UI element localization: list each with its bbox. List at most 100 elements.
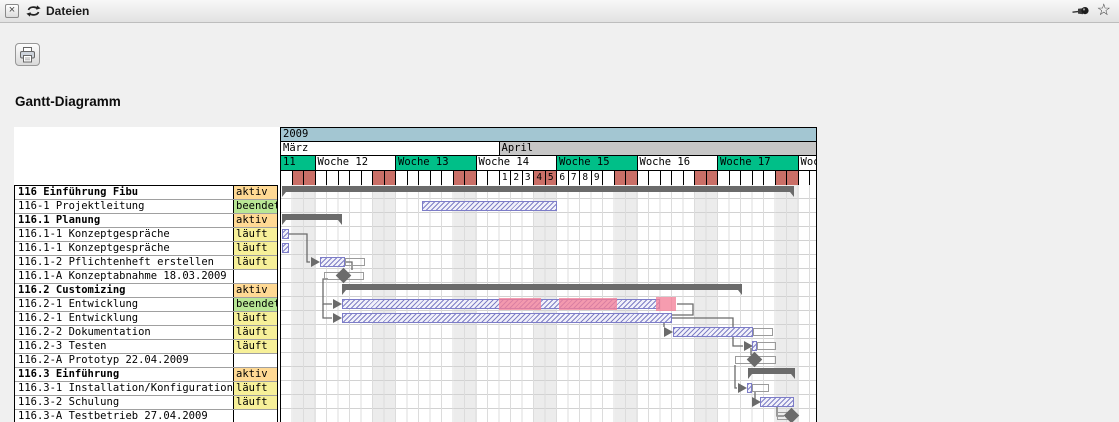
task-name: 116.1-1 Konzeptgespräche <box>15 228 233 241</box>
task-bar <box>673 327 753 337</box>
slack-bar <box>752 384 769 392</box>
task-bar <box>760 397 794 407</box>
task-name: 116.3-2 Schulung <box>15 396 233 409</box>
pin-icon[interactable] <box>1072 4 1089 18</box>
task-row: 116.1-1 Konzeptgesprächeläuft <box>15 242 277 256</box>
close-button[interactable]: × <box>5 4 19 18</box>
task-status: beendet <box>233 298 277 311</box>
task-name: 116.1 Planung <box>15 214 233 227</box>
milestone-diamond <box>336 268 352 284</box>
task-row: 116.3 Einführungaktiv <box>15 368 277 382</box>
overload-segment <box>499 298 541 310</box>
link-arrow-icon <box>738 383 747 393</box>
task-row: 116.3-1 Installation/Konfigurationläuft <box>15 382 277 396</box>
day-cell <box>776 171 788 185</box>
day-cell <box>419 171 431 185</box>
day-cell <box>304 171 316 185</box>
task-name: 116.2-A Prototyp 22.04.2009 <box>15 354 233 367</box>
task-name: 116.3 Einführung <box>15 368 233 381</box>
task-status: läuft <box>233 242 277 255</box>
refresh-icon[interactable] <box>26 5 41 17</box>
task-status <box>233 410 277 422</box>
day-cell: 9 <box>592 171 604 185</box>
gantt-chart: 2009MärzApril11Woche 12Woche 13Woche 14W… <box>14 127 817 422</box>
task-status: läuft <box>233 340 277 353</box>
task-row: 116.1-A Konzeptabnahme 18.03.2009 <box>15 270 277 284</box>
day-cell <box>626 171 638 185</box>
task-status: aktiv <box>233 368 277 381</box>
week-cell: Woche 13 <box>396 156 477 170</box>
day-cell <box>799 171 811 185</box>
day-cell <box>787 171 799 185</box>
favorite-star-icon[interactable]: ☆ <box>1097 1 1111 21</box>
overload-segment <box>559 298 617 310</box>
task-status: läuft <box>233 228 277 241</box>
slack-bar <box>345 258 365 266</box>
task-name: 116.1-1 Konzeptgespräche <box>15 242 233 255</box>
task-status: läuft <box>233 326 277 339</box>
day-cell <box>431 171 443 185</box>
day-cell <box>316 171 328 185</box>
task-name: 116.2 Customizing <box>15 284 233 297</box>
year-cell: 2009 <box>281 128 308 141</box>
day-row: 123456789 <box>281 171 816 185</box>
task-name: 116.2-1 Entwicklung <box>15 312 233 325</box>
link-arrow-icon <box>311 257 320 267</box>
task-row: 116.3-A Testbetrieb 27.04.2009 <box>15 410 277 422</box>
day-cell: 5 <box>546 171 558 185</box>
day-cell: 6 <box>557 171 569 185</box>
app-window: × Dateien ☆ Gantt-Diagramm 2009MärzApril… <box>0 0 1119 422</box>
day-cell: 2 <box>511 171 523 185</box>
day-cell <box>810 171 816 185</box>
day-cell <box>442 171 454 185</box>
task-name: 116 Einführung Fibu <box>15 186 233 199</box>
day-cell <box>385 171 397 185</box>
week-cell: Woche 12 <box>316 156 397 170</box>
summary-bar <box>282 186 794 192</box>
page-title: Gantt-Diagramm <box>15 94 121 109</box>
task-row: 116.2-A Prototyp 22.04.2009 <box>15 354 277 368</box>
week-cell: 11 <box>281 156 316 170</box>
task-row: 116.1 Planungaktiv <box>15 214 277 228</box>
day-cell <box>603 171 615 185</box>
link-arrow-icon <box>333 299 342 309</box>
overload-segment <box>656 297 676 311</box>
task-name: 116.3-1 Installation/Konfiguration <box>15 382 233 395</box>
task-row: 116.1-2 Pflichtenheft erstellenläuft <box>15 256 277 270</box>
task-name: 116-1 Projektleitung <box>15 200 233 213</box>
task-row: 116-1 Projektleitungbeendet <box>15 200 277 214</box>
task-row: 116 Einführung Fibuaktiv <box>15 186 277 200</box>
day-cell <box>373 171 385 185</box>
task-row: 116.2-1 Entwicklungbeendet <box>15 298 277 312</box>
task-status: aktiv <box>233 284 277 297</box>
day-cell <box>615 171 627 185</box>
week-cell: Woche 15 <box>557 156 638 170</box>
summary-bar <box>748 368 795 374</box>
task-status <box>233 354 277 367</box>
task-name: 116.2-1 Entwicklung <box>15 298 233 311</box>
task-name: 116.2-3 Testen <box>15 340 233 353</box>
window-title: Dateien <box>46 4 89 18</box>
day-cell <box>454 171 466 185</box>
task-row: 116.2-1 Entwicklungläuft <box>15 312 277 326</box>
task-row: 116.2-2 Dokumentationläuft <box>15 326 277 340</box>
day-cell <box>350 171 362 185</box>
print-button[interactable] <box>15 43 40 66</box>
task-status: läuft <box>233 312 277 325</box>
task-bar <box>342 313 672 323</box>
timeline-header: 2009MärzApril11Woche 12Woche 13Woche 14W… <box>280 127 817 185</box>
day-cell: 8 <box>580 171 592 185</box>
task-status: aktiv <box>233 214 277 227</box>
day-cell <box>649 171 661 185</box>
day-cell <box>488 171 500 185</box>
task-status <box>233 270 277 283</box>
day-cell <box>477 171 489 185</box>
printer-icon <box>19 47 36 63</box>
day-cell <box>741 171 753 185</box>
day-cell <box>281 171 293 185</box>
month-cell: März <box>281 142 500 155</box>
day-cell <box>764 171 776 185</box>
day-cell <box>661 171 673 185</box>
task-name: 116.1-A Konzeptabnahme 18.03.2009 <box>15 270 233 283</box>
day-cell <box>465 171 477 185</box>
